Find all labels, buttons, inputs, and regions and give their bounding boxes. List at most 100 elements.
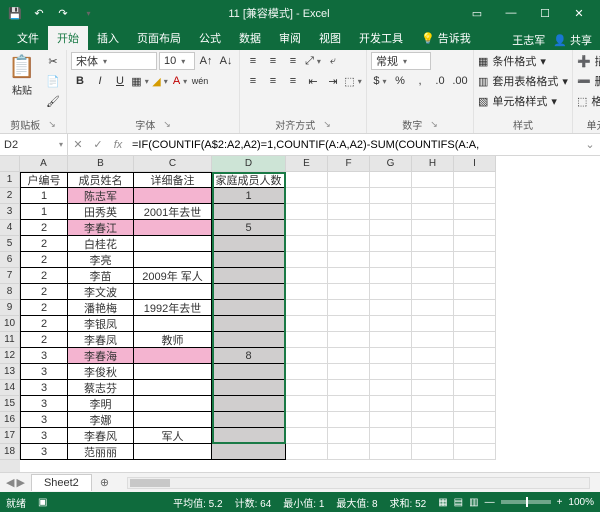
cell[interactable] <box>328 252 370 268</box>
cell[interactable] <box>454 268 496 284</box>
cell[interactable]: 白桂花 <box>68 236 134 252</box>
cell[interactable] <box>328 188 370 204</box>
cell[interactable] <box>286 220 328 236</box>
cell[interactable] <box>212 316 286 332</box>
cell[interactable] <box>134 380 212 396</box>
cell[interactable]: 李亮 <box>68 252 134 268</box>
row-header[interactable]: 3 <box>0 204 20 220</box>
launcher-icon[interactable]: ↘ <box>323 119 331 130</box>
cell[interactable] <box>370 236 412 252</box>
cell[interactable]: 潘艳梅 <box>68 300 134 316</box>
cell[interactable] <box>370 172 412 188</box>
cell[interactable] <box>412 220 454 236</box>
cell[interactable] <box>134 284 212 300</box>
cell[interactable] <box>454 364 496 380</box>
cell[interactable]: 李文波 <box>68 284 134 300</box>
cell[interactable] <box>134 220 212 236</box>
row-header[interactable]: 6 <box>0 252 20 268</box>
underline-button[interactable]: U <box>111 72 129 90</box>
cell[interactable] <box>212 204 286 220</box>
cell[interactable] <box>412 300 454 316</box>
row-header[interactable]: 4 <box>0 220 20 236</box>
align-center[interactable]: ≡ <box>264 72 282 90</box>
column-header-D[interactable]: D <box>212 156 286 172</box>
cell[interactable]: 3 <box>20 364 68 380</box>
cell[interactable] <box>134 236 212 252</box>
format-cells[interactable]: ⬚格式 ▾ <box>577 92 600 110</box>
cell[interactable]: 1 <box>20 204 68 220</box>
maximize-button[interactable]: ☐ <box>528 0 562 26</box>
cell[interactable]: 3 <box>20 428 68 444</box>
cell[interactable] <box>212 428 286 444</box>
row-header[interactable]: 15 <box>0 396 20 412</box>
copy-button[interactable]: 📄 <box>44 72 62 90</box>
cell[interactable] <box>328 364 370 380</box>
cell[interactable] <box>134 364 212 380</box>
cell[interactable]: 2 <box>20 220 68 236</box>
cell[interactable] <box>412 444 454 460</box>
cell[interactable] <box>412 348 454 364</box>
cell[interactable] <box>454 284 496 300</box>
cell[interactable] <box>286 412 328 428</box>
merge-button[interactable]: ⬚ <box>344 72 362 90</box>
cell[interactable] <box>286 396 328 412</box>
cell[interactable] <box>454 428 496 444</box>
cell[interactable] <box>454 172 496 188</box>
cell[interactable] <box>134 316 212 332</box>
phonetic-button[interactable]: wén <box>191 72 209 90</box>
format-as-table[interactable]: ▥套用表格格式 ▾ <box>478 72 568 90</box>
bold-button[interactable]: B <box>71 72 89 90</box>
font-name-select[interactable]: 宋体 <box>71 52 157 70</box>
cell[interactable] <box>328 396 370 412</box>
cell[interactable] <box>412 364 454 380</box>
comma-format[interactable]: , <box>411 72 429 90</box>
row-header[interactable]: 14 <box>0 380 20 396</box>
cell[interactable] <box>328 236 370 252</box>
cell[interactable] <box>286 364 328 380</box>
cell[interactable] <box>370 444 412 460</box>
cell[interactable] <box>370 252 412 268</box>
cell[interactable] <box>370 332 412 348</box>
row-header[interactable]: 13 <box>0 364 20 380</box>
cell[interactable]: 2 <box>20 316 68 332</box>
row-header[interactable]: 18 <box>0 444 20 460</box>
row-header[interactable]: 1 <box>0 172 20 188</box>
sheet-nav-next[interactable]: ▶ <box>16 476 24 489</box>
column-header-B[interactable]: B <box>68 156 134 172</box>
cell[interactable]: 2009年 军人 <box>134 268 212 284</box>
tab-formulas[interactable]: 公式 <box>190 26 230 50</box>
cells-area[interactable]: 户编号成员姓名详细备注家庭成员人数1陈志军11田秀英2001年去世2李春江52白… <box>20 172 600 460</box>
row-header[interactable]: 11 <box>0 332 20 348</box>
cell[interactable]: 李苗 <box>68 268 134 284</box>
cell[interactable] <box>212 332 286 348</box>
cell[interactable] <box>212 268 286 284</box>
formula-input[interactable] <box>128 139 580 151</box>
cell[interactable] <box>412 204 454 220</box>
cell[interactable] <box>212 380 286 396</box>
cell[interactable] <box>286 172 328 188</box>
cell[interactable] <box>328 332 370 348</box>
column-header-C[interactable]: C <box>134 156 212 172</box>
percent-format[interactable]: % <box>391 72 409 90</box>
cell[interactable] <box>328 428 370 444</box>
cell[interactable] <box>134 252 212 268</box>
tab-insert[interactable]: 插入 <box>88 26 128 50</box>
cell[interactable] <box>370 220 412 236</box>
cell[interactable] <box>454 252 496 268</box>
cell[interactable] <box>370 348 412 364</box>
cell[interactable]: 李春海 <box>68 348 134 364</box>
name-box[interactable]: D2▾ <box>0 134 68 155</box>
cell[interactable]: 户编号 <box>20 172 68 188</box>
column-header-F[interactable]: F <box>328 156 370 172</box>
cell[interactable] <box>454 380 496 396</box>
cell[interactable] <box>454 396 496 412</box>
row-header[interactable]: 2 <box>0 188 20 204</box>
cell[interactable] <box>454 412 496 428</box>
increase-font[interactable]: A↑ <box>197 52 215 70</box>
cell[interactable] <box>328 172 370 188</box>
cell[interactable] <box>370 268 412 284</box>
sheet-nav-prev[interactable]: ◀ <box>6 476 14 489</box>
row-header[interactable]: 8 <box>0 284 20 300</box>
decrease-decimal[interactable]: .00 <box>451 72 469 90</box>
cell[interactable] <box>212 412 286 428</box>
